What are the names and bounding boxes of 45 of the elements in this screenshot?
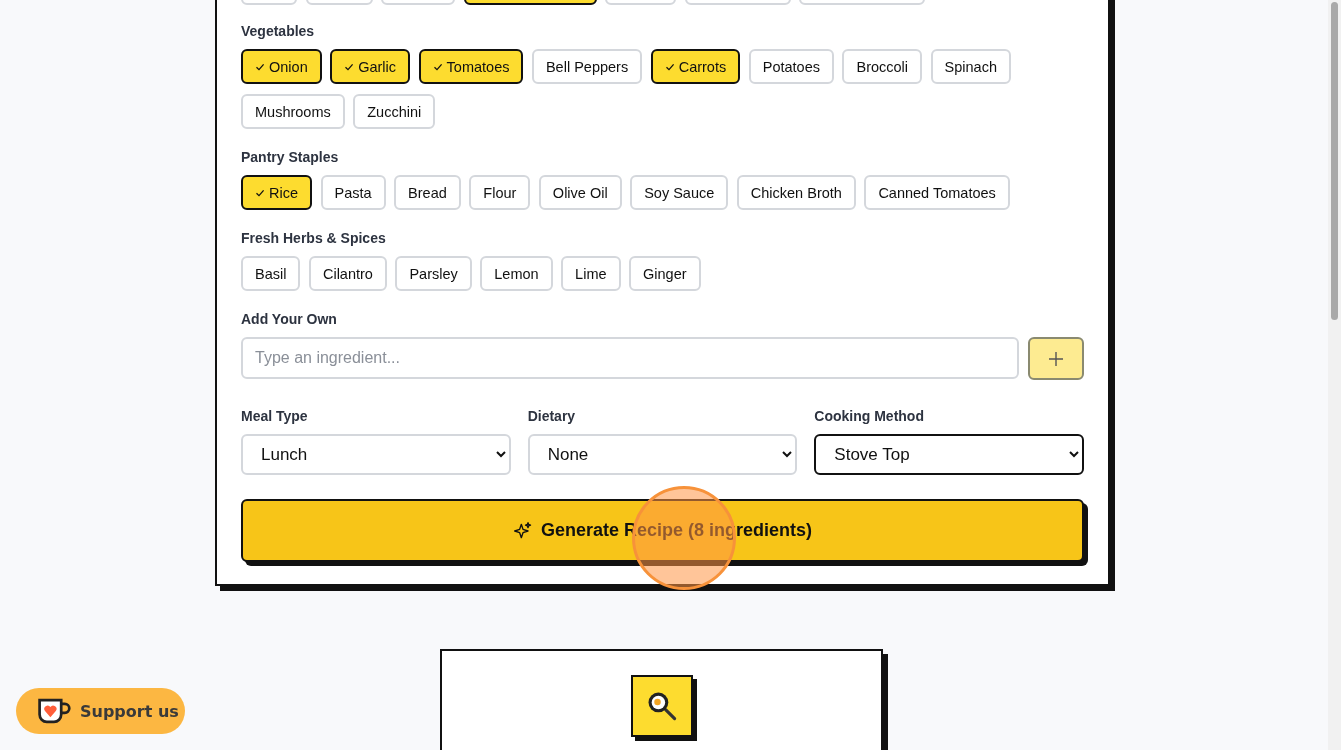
ingredient-chip[interactable]: Bread (394, 175, 461, 210)
ingredient-chip[interactable]: Basil (241, 256, 301, 291)
section-label: Pantry Staples (241, 149, 340, 165)
ingredient-chip[interactable]: Ginger (629, 256, 701, 291)
support-button[interactable]: Support us (16, 688, 185, 734)
ingredient-chip[interactable]: Spinach (930, 49, 1011, 84)
dropdown[interactable]: None (527, 434, 798, 475)
sparkle-icon (512, 520, 533, 541)
field-label: Meal Type (241, 408, 309, 424)
dropdown[interactable]: Stove Top (814, 434, 1084, 475)
check-icon (344, 61, 355, 72)
ingredient-chip[interactable]: Lemon (480, 256, 553, 291)
plus-icon (1048, 350, 1064, 367)
ingredient-chip[interactable]: Tomatoes (418, 49, 524, 84)
check-icon (255, 61, 265, 72)
dropdown[interactable]: Lunch (241, 434, 511, 475)
ingredient-chip[interactable]: Cilantro (308, 256, 387, 291)
section-label: Vegetables (241, 23, 316, 39)
ingredient-chip[interactable]: Soy Sauce (630, 175, 729, 210)
field-label: Dietary (527, 408, 577, 424)
ingredient-chip[interactable]: Zucchini (353, 94, 436, 129)
check-icon (255, 187, 265, 198)
scrollbar[interactable] (1328, 0, 1341, 750)
section-label: Add Your Own (241, 311, 338, 327)
check-icon (432, 61, 443, 72)
field-label: Cooking Method (814, 408, 925, 424)
ingredient-chip[interactable]: Potatoes (748, 49, 834, 84)
ingredient-chip[interactable]: Onion (241, 49, 322, 84)
ingredient-chip[interactable]: Parsley (395, 256, 472, 291)
ingredient-chip[interactable]: Lime (561, 256, 621, 291)
ingredient-chip[interactable]: Carrots (650, 49, 741, 84)
ingredient-chip[interactable]: Mushrooms (241, 94, 345, 129)
check-icon (664, 61, 675, 72)
heart-cup-icon (36, 696, 72, 726)
ingredient-chip[interactable]: Chicken Broth (736, 175, 856, 210)
ingredient-input[interactable]: Type an ingredient... (241, 337, 1019, 379)
ingredient-chip[interactable]: Flour (469, 175, 531, 210)
ingredient-chip[interactable]: Garlic (330, 49, 411, 84)
ingredient-chip[interactable]: Rice (241, 175, 312, 210)
ingredient-chip[interactable]: Pasta (320, 175, 386, 210)
section-label: Fresh Herbs & Spices (241, 230, 387, 246)
ingredient-chip[interactable]: Bell Peppers (531, 49, 643, 84)
ingredient-chip[interactable]: Olive Oil (538, 175, 622, 210)
ingredient-chip[interactable]: Broccoli (842, 49, 923, 84)
ingredient-chip[interactable]: Canned Tomatoes (864, 175, 1010, 210)
